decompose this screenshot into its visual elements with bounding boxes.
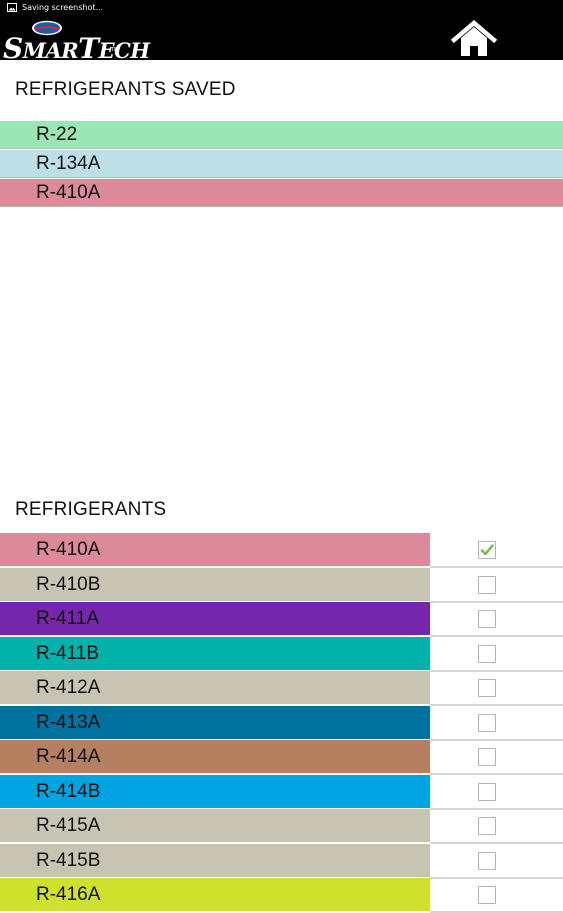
refrigerant-row[interactable]: R-410B <box>0 567 563 603</box>
refrigerant-row[interactable]: R-415A <box>0 809 563 844</box>
refrigerant-row[interactable]: R-412A <box>0 671 563 706</box>
refrigerant-checkbox[interactable] <box>478 782 496 801</box>
refrigerant-label: R-413A <box>36 711 101 733</box>
logo-trademark: TM <box>111 47 119 53</box>
refrigerant-checkbox[interactable] <box>478 886 496 904</box>
logo-wordmark: SMARTECH <box>3 32 150 65</box>
refrigerant-label: R-415A <box>36 815 101 836</box>
refrigerant-row[interactable]: R-414B <box>0 774 563 810</box>
refrigerant-checkbox[interactable] <box>478 541 496 559</box>
refrigerant-row[interactable]: R-414A <box>0 740 563 775</box>
refrigerant-label: R-414B <box>36 780 101 802</box>
refrigerant-row[interactable]: R-416A <box>0 878 563 913</box>
saved-refrigerant-row[interactable]: R-410A <box>0 179 563 207</box>
home-button[interactable] <box>449 19 499 59</box>
image-icon <box>7 3 17 12</box>
saved-refrigerant-label: R-410A <box>36 182 101 203</box>
refrigerant-checkbox[interactable] <box>478 713 496 732</box>
refrigerant-label: R-410A <box>36 539 101 560</box>
refrigerant-label: R-416A <box>36 884 101 905</box>
saved-refrigerant-label: R-22 <box>36 124 78 145</box>
refrigerant-row[interactable]: R-411A <box>0 602 563 637</box>
status-bar: Saving screenshot... <box>0 0 563 17</box>
saved-refrigerant-label: R-134A <box>36 153 101 174</box>
saved-refrigerant-row[interactable]: R-22 <box>0 121 563 149</box>
refrigerants-section-title: REFRIGERANTS <box>15 499 167 520</box>
saved-section-title: REFRIGERANTS SAVED <box>15 79 236 100</box>
status-text: Saving screenshot... <box>22 3 104 12</box>
refrigerant-label: R-412A <box>36 677 101 698</box>
refrigerant-row[interactable]: R-411B <box>0 636 563 672</box>
checkmark-icon <box>480 544 494 556</box>
refrigerant-row[interactable]: R-410A <box>0 533 563 568</box>
refrigerant-label: R-414A <box>36 746 101 767</box>
refrigerant-checkbox[interactable] <box>478 679 496 697</box>
app-bar: SMARTECH TM <box>0 17 563 65</box>
refrigerant-checkbox[interactable] <box>478 610 496 628</box>
refrigerant-label: R-415B <box>36 849 101 871</box>
refrigerant-checkbox[interactable] <box>478 851 496 870</box>
refrigerant-checkbox[interactable] <box>478 644 496 663</box>
refrigerant-row[interactable]: R-415B <box>0 843 563 879</box>
refrigerant-label: R-411A <box>36 608 100 629</box>
saved-refrigerant-row[interactable]: R-134A <box>0 150 563 178</box>
refrigerant-checkbox[interactable] <box>478 748 496 766</box>
refrigerant-checkbox[interactable] <box>478 575 496 594</box>
refrigerant-checkbox[interactable] <box>478 817 496 835</box>
refrigerant-label: R-410B <box>36 573 101 595</box>
home-icon <box>450 20 498 56</box>
refrigerant-row[interactable]: R-413A <box>0 705 563 741</box>
refrigerant-label: R-411B <box>36 642 100 664</box>
smartech-logo: SMARTECH TM <box>3 20 150 65</box>
